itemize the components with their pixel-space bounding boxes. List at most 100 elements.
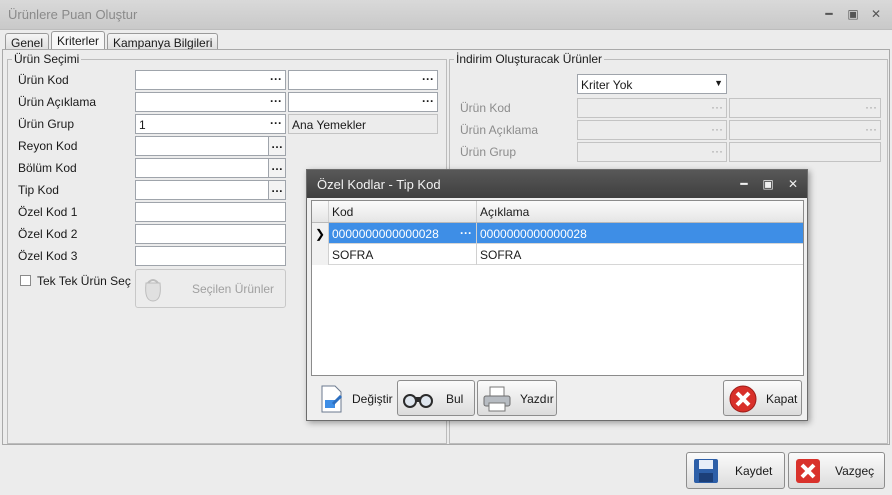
dialog-title: Özel Kodlar - Tip Kod <box>317 177 441 192</box>
ozel-kodlar-grid: Kod Açıklama ❯ 0000000000000028 ··· 0000… <box>311 200 804 376</box>
window-title: Ürünlere Puan Oluştur <box>8 7 138 22</box>
dialog-titlebar: Özel Kodlar - Tip Kod ━ ▣ ✕ <box>307 170 807 198</box>
grid-header: Kod Açıklama <box>312 201 803 223</box>
secilen-urunler-button[interactable]: Seçilen Ürünler <box>135 269 286 308</box>
urun-grup-field[interactable]: 1 ··· <box>135 114 286 134</box>
urun-aciklama-field-1[interactable]: ··· <box>135 92 286 112</box>
tek-tek-checkbox[interactable] <box>20 275 31 286</box>
ozel-kod-1-label: Özel Kod 1 <box>18 205 78 219</box>
ellipsis-button[interactable]: … <box>268 181 285 199</box>
dialog-restore-icon[interactable]: ▣ <box>760 176 776 192</box>
restore-icon[interactable]: ▣ <box>844 6 862 22</box>
bolum-kod-field[interactable]: … <box>135 158 286 178</box>
indirim-urun-aciklama-label: Ürün Açıklama <box>460 123 539 137</box>
bolum-kod-label: Bölüm Kod <box>18 161 77 175</box>
indirim-urun-kod-label: Ürün Kod <box>460 101 511 115</box>
indirim-urun-kod-field-2: ··· <box>729 98 881 118</box>
dialog-toolbar: Değiştir Bul Yazdır Kapat <box>311 378 804 418</box>
indirim-urun-grup-label: Ürün Grup <box>460 145 517 159</box>
kaydet-label: Kaydet <box>735 464 773 478</box>
row-pointer-icon: ❯ <box>312 223 329 244</box>
urun-secimi-legend: Ürün Seçimi <box>14 52 80 66</box>
yazdir-button[interactable]: Yazdır <box>477 380 557 416</box>
cell-aciklama[interactable]: 0000000000000028 <box>477 223 803 244</box>
tab-strip: Genel Kriterler Kampanya Bilgileri <box>0 30 892 51</box>
indirim-urun-grup-field: ··· <box>577 142 727 162</box>
close-icon[interactable]: ✕ <box>867 6 885 22</box>
table-row[interactable]: ❯ 0000000000000028 ··· 0000000000000028 <box>312 223 803 244</box>
urun-aciklama-label: Ürün Açıklama <box>18 95 97 109</box>
ellipsis-icon[interactable]: ··· <box>460 226 472 240</box>
window-titlebar: Ürünlere Puan Oluştur ━ ▣ ✕ <box>0 0 892 30</box>
secilen-urunler-label: Seçilen Ürünler <box>192 282 275 296</box>
kriter-select-value: Kriter Yok <box>581 78 633 92</box>
indirim-urun-kod-field-1: ··· <box>577 98 727 118</box>
binoculars-icon <box>403 394 433 408</box>
chevron-down-icon[interactable]: ▼ <box>714 78 723 88</box>
cancel-icon <box>796 459 820 483</box>
degistir-label: Değiştir <box>352 392 393 406</box>
save-icon <box>694 459 718 483</box>
urun-kod-field-2[interactable]: ··· <box>288 70 438 90</box>
vazgec-label: Vazgeç <box>835 464 875 478</box>
ozel-kod-3-label: Özel Kod 3 <box>18 249 78 263</box>
kapat-button[interactable]: Kapat <box>723 380 802 416</box>
bag-icon <box>145 279 161 302</box>
indirim-urun-aciklama-field-2: ··· <box>729 120 881 140</box>
ellipsis-icon: ··· <box>865 100 877 114</box>
bul-label: Bul <box>446 392 464 406</box>
kaydet-button[interactable]: Kaydet <box>686 452 785 489</box>
edit-document-icon <box>321 385 343 413</box>
urun-kod-field-1[interactable]: ··· <box>135 70 286 90</box>
close-circle-icon <box>729 385 757 413</box>
degistir-button[interactable]: Değiştir <box>314 380 393 416</box>
indirim-urun-aciklama-field-1: ··· <box>577 120 727 140</box>
kriter-select[interactable]: Kriter Yok ▼ <box>577 74 727 94</box>
tek-tek-label: Tek Tek Ürün Seç <box>37 274 131 288</box>
ellipsis-icon[interactable]: ··· <box>270 94 282 108</box>
tab-kriterler[interactable]: Kriterler <box>51 31 106 51</box>
row-indicator <box>312 244 329 265</box>
ozel-kod-2-field[interactable] <box>135 224 286 244</box>
ellipsis-icon: ··· <box>711 122 723 136</box>
urun-grup-value: 1 <box>139 118 146 132</box>
ozel-kod-2-label: Özel Kod 2 <box>18 227 78 241</box>
tab-kampanya-label: Kampanya Bilgileri <box>113 36 213 50</box>
bul-button[interactable]: Bul <box>397 380 475 416</box>
tab-kriterler-label: Kriterler <box>57 34 100 48</box>
dialog-minimize-icon[interactable]: ━ <box>736 176 752 192</box>
dialog-close-icon[interactable]: ✕ <box>785 176 801 192</box>
column-header-kod[interactable]: Kod <box>329 201 477 222</box>
urun-aciklama-field-2[interactable]: ··· <box>288 92 438 112</box>
tip-kod-field[interactable]: … <box>135 180 286 200</box>
cell-aciklama[interactable]: SOFRA <box>477 244 803 265</box>
tab-genel-label: Genel <box>11 36 44 50</box>
ellipsis-icon[interactable]: ··· <box>270 116 282 130</box>
indirim-urun-grup-description <box>729 142 881 162</box>
ellipsis-icon[interactable]: ··· <box>422 72 434 86</box>
ellipsis-button[interactable]: … <box>268 137 285 155</box>
ozel-kod-3-field[interactable] <box>135 246 286 266</box>
ozel-kodlar-dialog: Özel Kodlar - Tip Kod ━ ▣ ✕ Kod Açıklama… <box>306 169 808 421</box>
ellipsis-icon[interactable]: ··· <box>270 72 282 86</box>
vazgec-button[interactable]: Vazgeç <box>788 452 885 489</box>
ellipsis-icon: ··· <box>711 100 723 114</box>
ellipsis-icon[interactable]: ··· <box>422 94 434 108</box>
kapat-label: Kapat <box>766 392 798 406</box>
ellipsis-icon: ··· <box>865 122 877 136</box>
urun-kod-label: Ürün Kod <box>18 73 69 87</box>
yazdir-label: Yazdır <box>520 392 554 406</box>
table-row[interactable]: SOFRA SOFRA <box>312 244 803 265</box>
column-header-aciklama[interactable]: Açıklama <box>477 201 803 222</box>
cell-kod[interactable]: SOFRA <box>329 244 477 265</box>
row-indicator-header <box>312 201 329 222</box>
tip-kod-label: Tip Kod <box>18 183 59 197</box>
reyon-kod-field[interactable]: … <box>135 136 286 156</box>
cell-kod[interactable]: 0000000000000028 <box>329 223 477 244</box>
ozel-kod-1-field[interactable] <box>135 202 286 222</box>
urun-grup-description: Ana Yemekler <box>288 114 438 134</box>
minimize-icon[interactable]: ━ <box>820 6 838 22</box>
ellipsis-icon: ··· <box>711 144 723 158</box>
reyon-kod-label: Reyon Kod <box>18 139 78 153</box>
ellipsis-button[interactable]: … <box>268 159 285 177</box>
